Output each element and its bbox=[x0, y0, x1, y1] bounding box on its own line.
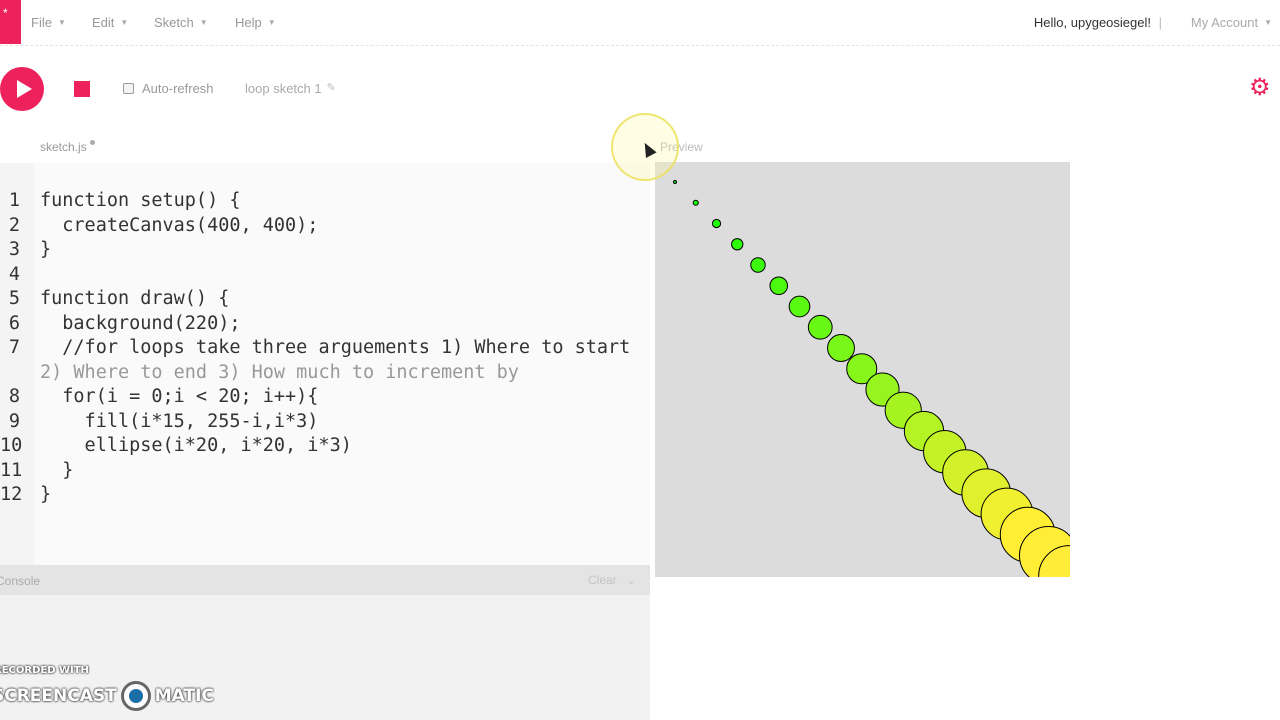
sketch-ellipse bbox=[769, 276, 789, 296]
preview-canvas[interactable] bbox=[655, 162, 1070, 577]
line-number: 7 bbox=[8, 337, 20, 358]
sketch-ellipse bbox=[711, 218, 722, 229]
menu-edit[interactable]: Edit ▼ bbox=[92, 15, 128, 30]
console-clear-button[interactable]: Clear ⌄ bbox=[588, 573, 636, 587]
chevron-down-icon: ▼ bbox=[1264, 18, 1272, 27]
watermark-left-text: SCREENCAST bbox=[0, 686, 117, 706]
code-text: } bbox=[40, 484, 52, 505]
line-number: 8 bbox=[8, 386, 20, 407]
auto-refresh-toggle[interactable]: Auto-refresh bbox=[123, 81, 214, 96]
gear-icon[interactable]: ⚙ bbox=[1249, 76, 1271, 100]
line-number: 3 bbox=[8, 239, 20, 260]
file-name: sketch.js bbox=[40, 140, 87, 154]
menu-sketch-label: Sketch bbox=[154, 15, 194, 30]
code-text: for(i = 0;i < 20; i++){ bbox=[40, 386, 319, 407]
my-account-label: My Account bbox=[1190, 15, 1259, 30]
sketch-ellipse bbox=[827, 334, 855, 362]
my-account-menu[interactable]: My Account ▼ bbox=[1191, 15, 1272, 30]
sketch-ellipse bbox=[788, 295, 811, 318]
play-button[interactable] bbox=[0, 67, 44, 111]
line-number: 4 bbox=[8, 263, 20, 285]
watermark-main: SCREENCAST MATIC bbox=[0, 681, 214, 711]
sketch-ellipse bbox=[673, 180, 677, 184]
sketch-name-text: loop sketch 1 bbox=[245, 81, 322, 96]
menu-sketch[interactable]: Sketch ▼ bbox=[154, 15, 208, 30]
code-text: function setup() { bbox=[40, 190, 241, 211]
chevron-down-icon: ▼ bbox=[120, 18, 129, 27]
code-text: //for loops take three arguements 1) Whe… bbox=[40, 337, 631, 358]
sketch-ellipse bbox=[750, 257, 766, 273]
stop-icon bbox=[74, 81, 90, 97]
auto-refresh-checkbox[interactable] bbox=[123, 83, 134, 94]
line-number: 10 bbox=[0, 435, 23, 456]
p5-logo[interactable]: * bbox=[0, 0, 21, 44]
greeting-text: Hello, upygeosiegel! bbox=[1033, 15, 1151, 30]
sketch-ellipse bbox=[731, 238, 744, 251]
code-text: 2) Where to end 3) How much to increment… bbox=[40, 361, 519, 383]
code-text: ellipse(i*20, i*20, i*3) bbox=[40, 435, 352, 456]
chevron-down-icon: ▼ bbox=[199, 18, 208, 27]
code-text: function draw() { bbox=[40, 288, 230, 309]
line-number: 1 bbox=[8, 190, 20, 211]
chevron-down-icon: ▼ bbox=[267, 18, 276, 27]
line-number: 6 bbox=[8, 312, 20, 334]
sketch-name[interactable]: loop sketch 1 ✎ bbox=[245, 81, 336, 96]
menu-edit-label: Edit bbox=[92, 15, 115, 30]
menu-help-label: Help bbox=[235, 15, 262, 30]
console-header: Console Clear ⌄ bbox=[0, 565, 650, 595]
chevron-down-icon[interactable]: ⌄ bbox=[627, 574, 636, 587]
top-nav: * File ▼ Edit ▼ Sketch ▼ Help ▼ Hello, u… bbox=[0, 0, 1280, 46]
sketch-ellipse bbox=[692, 199, 699, 206]
sketch-output bbox=[673, 180, 1070, 577]
console-title: Console bbox=[0, 574, 41, 588]
user-greeting: Hello, upygeosiegel! | bbox=[1034, 15, 1162, 30]
line-number: 2 bbox=[8, 214, 20, 236]
code-text: createCanvas(400, 400); bbox=[40, 214, 319, 236]
code-editor[interactable]: 1 function setup() { 2 createCanvas(400, 4… bbox=[0, 163, 650, 565]
unsaved-indicator bbox=[89, 140, 95, 145]
code-text: background(220); bbox=[40, 312, 241, 334]
line-number: 12 bbox=[0, 484, 23, 505]
line-number: 11 bbox=[0, 459, 23, 481]
watermark-right-text: MATIC bbox=[154, 686, 214, 706]
nav-separator: | bbox=[1158, 15, 1162, 30]
code-text: fill(i*15, 255-i,i*3) bbox=[40, 410, 319, 432]
menu-help[interactable]: Help ▼ bbox=[235, 15, 276, 30]
auto-refresh-label: Auto-refresh bbox=[142, 81, 214, 96]
menu-file[interactable]: File ▼ bbox=[31, 15, 66, 30]
play-icon bbox=[16, 80, 32, 98]
sketch-ellipse bbox=[807, 314, 833, 340]
line-number: 9 bbox=[8, 410, 20, 432]
stop-button[interactable] bbox=[60, 67, 104, 111]
console-clear-label: Clear bbox=[588, 573, 617, 587]
code-text: } bbox=[40, 239, 52, 260]
code-text: } bbox=[40, 459, 74, 481]
chevron-down-icon: ▼ bbox=[57, 18, 66, 27]
menu-file-label: File bbox=[31, 15, 52, 30]
pencil-icon[interactable]: ✎ bbox=[327, 81, 336, 96]
watermark-top-text: RECORDED WITH bbox=[0, 665, 89, 676]
file-tab[interactable]: sketch.js bbox=[40, 140, 95, 154]
screencast-logo-icon bbox=[120, 681, 151, 711]
line-number: 5 bbox=[8, 288, 20, 309]
